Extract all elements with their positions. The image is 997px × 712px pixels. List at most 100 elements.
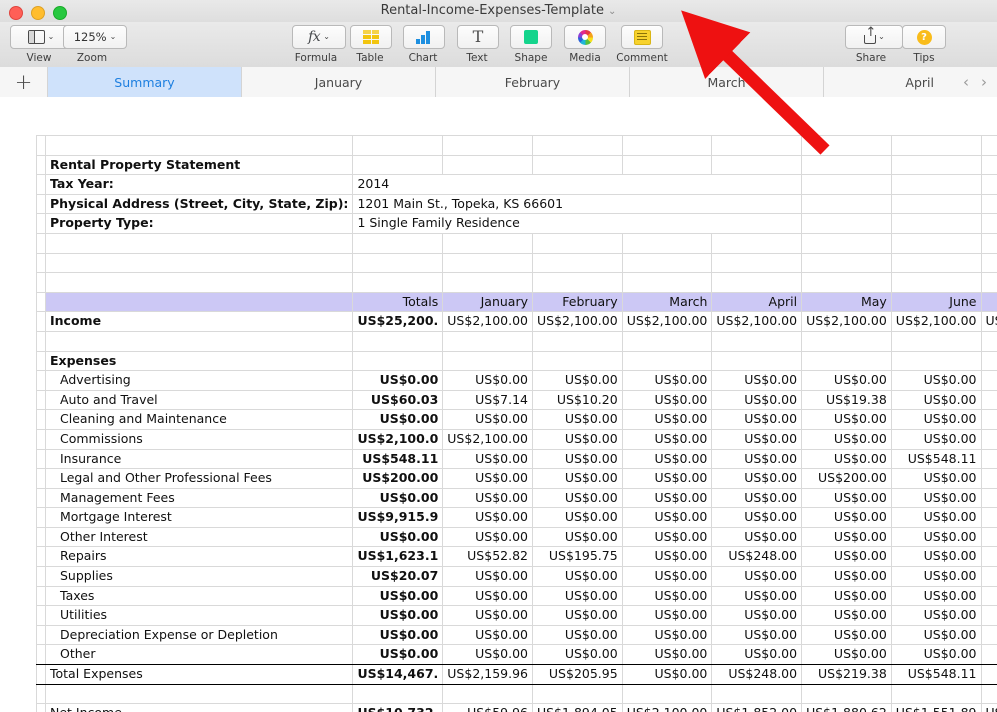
table-row[interactable]: Advertising US$0.00 US$0.00 US$0.00 US$0.00 U…: [36, 370, 997, 391]
row-header-cell[interactable]: [36, 546, 46, 568]
expense-value-cell[interactable]: US$0.00: [711, 507, 803, 528]
expense-value-cell[interactable]: US$0.00: [711, 409, 803, 430]
expense-value-cell[interactable]: US$0.00: [621, 409, 713, 430]
empty-cell[interactable]: [890, 193, 982, 215]
expense-value-cell[interactable]: US$0.00: [980, 468, 997, 489]
empty-cell[interactable]: [890, 213, 982, 234]
income-value-cell[interactable]: US$2,100.00: [621, 311, 713, 332]
expense-value-cell[interactable]: US$0.00: [442, 624, 533, 646]
row-header-cell[interactable]: [36, 272, 46, 293]
empty-cell[interactable]: [801, 135, 892, 156]
income-value-cell[interactable]: US$2,100.00: [890, 311, 982, 332]
expense-value-cell[interactable]: US$0.00: [890, 487, 982, 509]
tips-button[interactable]: ? Tips: [902, 25, 946, 64]
empty-cell[interactable]: [890, 330, 982, 352]
empty-cell[interactable]: [890, 350, 982, 372]
empty-cell[interactable]: [711, 683, 803, 705]
expense-value-cell[interactable]: US$0.00: [801, 644, 892, 666]
empty-cell[interactable]: [980, 232, 997, 254]
empty-cell[interactable]: [531, 683, 623, 705]
column-header-totals[interactable]: Totals: [352, 291, 444, 313]
expense-total-cell[interactable]: US$0.00: [352, 487, 444, 509]
empty-cell[interactable]: [801, 193, 892, 215]
empty-cell[interactable]: [352, 252, 444, 274]
table-row[interactable]: [36, 232, 997, 254]
table-row[interactable]: Cleaning and Maintenance US$0.00 US$0.00 US…: [36, 409, 997, 430]
statement-heading-cell[interactable]: Rental Property Statement: [44, 154, 354, 176]
expense-label-cell[interactable]: Cleaning and Maintenance: [44, 409, 354, 430]
expense-value-cell[interactable]: US$0.00: [531, 526, 623, 548]
empty-cell[interactable]: [621, 252, 713, 274]
table-row[interactable]: Taxes US$0.00 US$0.00 US$0.00 US$0.00 US$0.00…: [36, 585, 997, 607]
expense-value-cell[interactable]: US$0.00: [711, 624, 803, 646]
expense-value-cell[interactable]: US$0.00: [531, 448, 623, 470]
expense-value-cell[interactable]: US$0.00: [621, 468, 713, 489]
table-row[interactable]: TotalsJanuaryFebruaryMarchAprilMayJuneJu…: [36, 291, 997, 313]
table-row[interactable]: Repairs US$1,623.1 US$52.82 US$195.75 US$0.0…: [36, 546, 997, 568]
row-header-cell[interactable]: [36, 330, 46, 352]
total-expenses-total-cell[interactable]: US$14,467.: [352, 664, 444, 685]
row-header-cell[interactable]: [36, 370, 46, 391]
expense-label-cell[interactable]: Other Interest: [44, 526, 354, 548]
empty-cell[interactable]: [801, 350, 892, 372]
expense-value-cell[interactable]: US$0.00: [621, 605, 713, 626]
expense-value-cell[interactable]: US$0.00: [890, 624, 982, 646]
share-button[interactable]: ⌄ Share: [845, 25, 903, 64]
empty-cell[interactable]: [352, 683, 444, 705]
expense-total-cell[interactable]: US$0.00: [352, 644, 444, 666]
expense-value-cell[interactable]: US$0.00: [801, 546, 892, 568]
formula-button[interactable]: fx ⌄ Formula: [292, 25, 346, 64]
expense-value-cell[interactable]: US$0.00: [442, 487, 533, 509]
table-row[interactable]: [36, 135, 997, 156]
empty-cell[interactable]: [890, 154, 982, 176]
empty-cell[interactable]: [890, 135, 982, 156]
expense-value-cell[interactable]: US$0.00: [711, 644, 803, 666]
expense-value-cell[interactable]: US$0.00: [890, 370, 982, 391]
empty-cell[interactable]: [352, 272, 444, 293]
empty-cell[interactable]: [621, 330, 713, 352]
sheet-tab-february[interactable]: February: [436, 67, 630, 97]
empty-cell[interactable]: [442, 683, 533, 705]
column-header-february[interactable]: February: [531, 291, 623, 313]
expense-value-cell[interactable]: US$0.00: [890, 468, 982, 489]
expense-value-cell[interactable]: US$0.00: [711, 468, 803, 489]
empty-cell[interactable]: [801, 252, 892, 274]
empty-cell[interactable]: [801, 272, 892, 293]
table-row[interactable]: Management Fees US$0.00 US$0.00 US$0.00 US$0…: [36, 487, 997, 509]
row-header-cell[interactable]: [36, 232, 46, 254]
text-button[interactable]: T Text: [457, 25, 499, 64]
empty-cell[interactable]: [442, 272, 533, 293]
empty-cell[interactable]: [890, 252, 982, 274]
expense-value-cell[interactable]: US$0.00: [621, 487, 713, 509]
table-row[interactable]: Property Type: 1 Single Family Residence: [36, 213, 997, 234]
expense-value-cell[interactable]: US$0.00: [801, 370, 892, 391]
row-header-cell[interactable]: [36, 311, 46, 332]
expense-label-cell[interactable]: Management Fees: [44, 487, 354, 509]
zoom-button[interactable]: 125% ⌄ Zoom: [63, 25, 127, 64]
income-total-cell[interactable]: US$25,200.: [352, 311, 444, 332]
expense-label-cell[interactable]: Other: [44, 644, 354, 666]
net-income-value-cell[interactable]: US$1,852.00: [711, 703, 803, 712]
row-header-cell[interactable]: [36, 350, 46, 372]
media-button[interactable]: Media: [564, 25, 606, 64]
empty-cell[interactable]: [352, 232, 444, 254]
table-row[interactable]: Income US$25,200. US$2,100.00 US$2,100.00 US…: [36, 311, 997, 332]
empty-cell[interactable]: [711, 330, 803, 352]
table-row[interactable]: Legal and Other Professional Fees US$200.…: [36, 468, 997, 489]
empty-cell[interactable]: [980, 683, 997, 705]
field-label-cell[interactable]: Property Type:: [44, 213, 354, 234]
empty-cell[interactable]: [442, 154, 533, 176]
expense-value-cell[interactable]: US$0.00: [442, 605, 533, 626]
expense-label-cell[interactable]: Advertising: [44, 370, 354, 391]
empty-cell[interactable]: [801, 154, 892, 176]
table-row[interactable]: [36, 683, 997, 705]
expense-value-cell[interactable]: US$0.00: [442, 566, 533, 587]
table-row[interactable]: Auto and Travel US$60.03 US$7.14 US$10.20 US…: [36, 389, 997, 411]
expense-value-cell[interactable]: US$0.00: [890, 526, 982, 548]
field-value-cell[interactable]: 1 Single Family Residence: [352, 213, 803, 234]
expense-value-cell[interactable]: US$0.00: [442, 409, 533, 430]
table-row[interactable]: [36, 272, 997, 293]
row-header-cell[interactable]: [36, 154, 46, 176]
empty-cell[interactable]: [890, 272, 982, 293]
expense-label-cell[interactable]: Repairs: [44, 546, 354, 568]
